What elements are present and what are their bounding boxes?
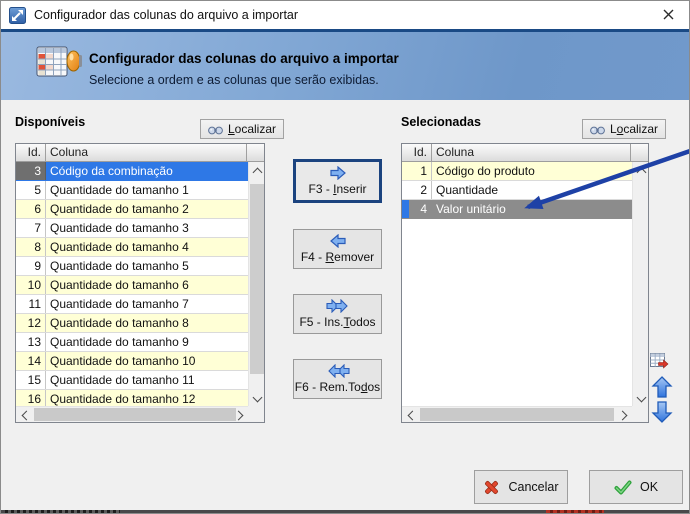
table-row[interactable]: 7 Quantidade do tamanho 3 — [16, 219, 248, 238]
find-button-label: Localizar — [227, 122, 277, 136]
insert-all-button[interactable]: F5 - Ins.Todos — [293, 294, 382, 334]
background-artifact — [5, 510, 120, 513]
chevron-down-icon — [636, 392, 646, 402]
scroll-down-button[interactable] — [249, 390, 265, 406]
titlebar: Configurador das colunas do arquivo a im… — [1, 1, 689, 29]
horizontal-scrollbar[interactable] — [402, 406, 632, 422]
table-row[interactable]: 6 Quantidade do tamanho 2 — [16, 200, 248, 219]
background-artifact — [546, 510, 604, 513]
dialog-header: Configurador das colunas do arquivo a im… — [1, 29, 689, 100]
insert-button-label: F3 - Inserir — [308, 182, 367, 196]
chevron-up-icon — [636, 167, 646, 177]
table-row[interactable]: 1 Código do produto — [402, 162, 632, 181]
table-row[interactable]: 12 Quantidade do tamanho 8 — [16, 314, 248, 333]
arrow-down-icon — [651, 401, 673, 423]
cancel-button-label: Cancelar — [508, 480, 559, 494]
table-row[interactable]: 8 Quantidade do tamanho 4 — [16, 238, 248, 257]
table-row[interactable]: 14 Quantidade do tamanho 10 — [16, 352, 248, 371]
arrow-up-icon — [651, 376, 673, 398]
scrollbar-thumb[interactable] — [420, 408, 614, 421]
scroll-left-button[interactable] — [16, 407, 32, 423]
scrollbar-thumb[interactable] — [34, 408, 236, 421]
table-row[interactable]: 13 Quantidade do tamanho 9 — [16, 333, 248, 352]
table-row-selected[interactable]: 4 Valor unitário — [402, 200, 632, 219]
available-rows: 3 Código da combinação 5 Quantidade do tam… — [16, 162, 248, 406]
table-row[interactable]: 10 Quantidade do tamanho 6 — [16, 276, 248, 295]
vertical-scrollbar[interactable] — [632, 162, 648, 406]
column-configurator-dialog: Configurador das colunas do arquivo a im… — [0, 0, 690, 514]
header-subtitle: Selecione a ordem e as colunas que serão… — [89, 73, 379, 87]
chevron-left-icon — [407, 410, 417, 420]
available-label: Disponíveis — [15, 115, 86, 129]
chevron-left-icon — [21, 410, 31, 420]
table-row[interactable]: 16 Quantidade do tamanho 12 — [16, 390, 248, 406]
window-title: Configurador das colunas do arquivo a im… — [34, 8, 299, 22]
selected-rows: 1 Código do produto 2 Quantidade 4 Valor un… — [402, 162, 632, 406]
column-header-name: Coluna — [432, 144, 631, 161]
table-red-arrow-icon — [650, 353, 669, 369]
scroll-down-button[interactable] — [633, 390, 649, 406]
app-icon — [9, 6, 26, 24]
table-row[interactable]: 9 Quantidade do tamanho 5 — [16, 257, 248, 276]
move-up-button[interactable] — [651, 375, 673, 399]
selected-list: Id. Coluna 1 Código do produto 2 Quantidad… — [401, 143, 649, 423]
scroll-right-button[interactable] — [616, 407, 632, 423]
insert-button[interactable]: F3 - Inserir — [293, 159, 382, 203]
move-down-button[interactable] — [651, 400, 673, 424]
double-arrow-right-icon — [325, 299, 348, 313]
chevron-down-icon — [252, 392, 262, 402]
scroll-right-button[interactable] — [232, 407, 248, 423]
spreadsheet-columns-icon — [36, 46, 82, 77]
insert-all-button-label: F5 - Ins.Todos — [299, 315, 376, 329]
table-row[interactable]: 15 Quantidade do tamanho 11 — [16, 371, 248, 390]
close-icon — [663, 9, 673, 20]
table-row[interactable]: 11 Quantidade do tamanho 7 — [16, 295, 248, 314]
red-x-icon — [485, 480, 499, 494]
scroll-up-button[interactable] — [249, 162, 265, 178]
find-button-label: Localizar — [609, 122, 659, 136]
chevron-right-icon — [617, 410, 627, 420]
selected-list-header: Id. Coluna — [402, 144, 648, 162]
horizontal-scrollbar[interactable] — [16, 406, 248, 422]
green-check-icon — [614, 480, 632, 494]
table-row[interactable]: 2 Quantidade — [402, 181, 632, 200]
binoculars-icon — [590, 126, 605, 134]
scrollbar-thumb[interactable] — [250, 184, 264, 374]
remove-button[interactable]: F4 - Remover — [293, 229, 382, 269]
arrow-right-icon — [329, 166, 346, 180]
scrollbar-corner — [632, 406, 648, 422]
remove-all-button-label: F6 - Rem.Todos — [294, 380, 381, 394]
background-window-edge — [1, 510, 689, 513]
binoculars-icon — [208, 126, 223, 134]
table-row-selected[interactable]: 3 Código da combinação — [16, 162, 248, 181]
column-header-name: Coluna — [46, 144, 247, 161]
arrow-left-icon — [329, 234, 346, 248]
column-header-id: Id. — [16, 144, 46, 161]
remove-button-label: F4 - Remover — [300, 250, 375, 264]
ok-button-label: OK — [639, 480, 659, 494]
close-button[interactable] — [647, 1, 689, 28]
scrollbar-corner — [248, 406, 264, 422]
available-list-header: Id. Coluna — [16, 144, 264, 162]
selected-find-button[interactable]: Localizar — [582, 119, 666, 139]
vertical-scrollbar[interactable] — [248, 162, 264, 406]
available-list: Id. Coluna 3 Código da combinação 5 Quanti… — [15, 143, 265, 423]
table-row[interactable]: 5 Quantidade do tamanho 1 — [16, 181, 248, 200]
scroll-up-button[interactable] — [633, 162, 649, 178]
ok-button[interactable]: OK — [589, 470, 683, 504]
cancel-button[interactable]: Cancelar — [474, 470, 568, 504]
grid-action-button[interactable] — [649, 351, 669, 371]
chevron-right-icon — [233, 410, 243, 420]
header-title: Configurador das colunas do arquivo a im… — [89, 51, 399, 66]
remove-all-button[interactable]: F6 - Rem.Todos — [293, 359, 382, 399]
available-find-button[interactable]: Localizar — [200, 119, 284, 139]
column-header-id: Id. — [402, 144, 432, 161]
chevron-up-icon — [252, 167, 262, 177]
double-arrow-left-icon — [327, 364, 350, 378]
selected-label: Selecionadas — [401, 115, 481, 129]
scroll-left-button[interactable] — [402, 407, 418, 423]
